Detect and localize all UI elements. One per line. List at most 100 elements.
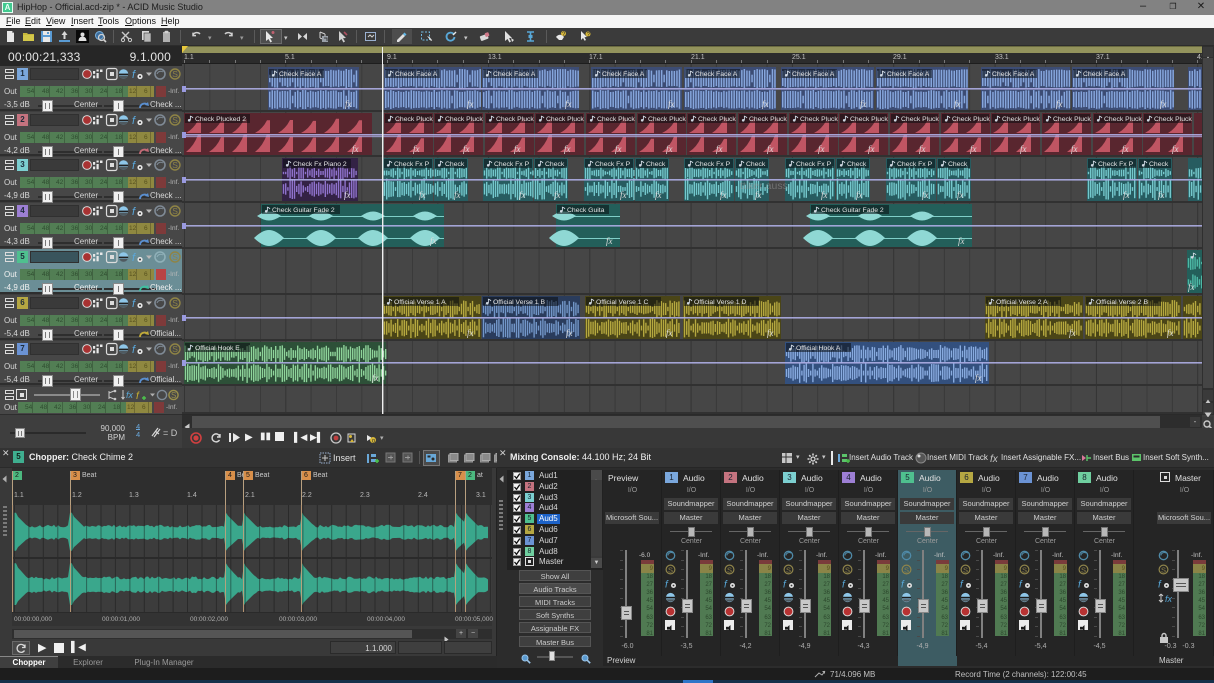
- svg-text:fx: fx: [1122, 144, 1129, 154]
- svg-text:fx: fx: [1165, 594, 1172, 604]
- svg-text:Check Pluck: Check Pluck: [952, 116, 990, 123]
- svg-text:S: S: [904, 565, 909, 574]
- svg-text:Check Fx P: Check Fx P: [897, 161, 933, 168]
- svg-text:fx: fx: [975, 373, 982, 383]
- svg-text:fx: fx: [615, 144, 622, 154]
- svg-text:fx: fx: [818, 144, 825, 154]
- svg-text:Check Face A: Check Face A: [602, 71, 645, 78]
- svg-text:Check: Check: [646, 161, 666, 168]
- svg-text:Check Pluck: Check Pluck: [749, 116, 787, 123]
- svg-text:f: f: [132, 160, 136, 172]
- svg-text:S: S: [1161, 565, 1166, 574]
- svg-text:fx: fx: [467, 328, 474, 338]
- svg-text:S: S: [172, 69, 178, 79]
- svg-text:f: f: [960, 580, 964, 590]
- svg-text:Check Face A: Check Face A: [395, 71, 438, 78]
- svg-text:f: f: [132, 298, 136, 310]
- svg-text:Check: Check: [445, 161, 465, 168]
- svg-text:fx: fx: [868, 144, 875, 154]
- svg-text:fx: fx: [1069, 328, 1076, 338]
- svg-text:Check Pluck: Check Pluck: [1104, 116, 1142, 123]
- svg-text:S: S: [1081, 565, 1086, 574]
- svg-text:f: f: [1078, 580, 1082, 590]
- svg-text:Check Fx P: Check Fx P: [394, 161, 430, 168]
- svg-text:Official Hook E: Official Hook E: [195, 345, 240, 352]
- svg-text:Check Pluck: Check Pluck: [1154, 116, 1192, 123]
- svg-text:Check Face A: Check Face A: [792, 71, 835, 78]
- svg-text:fx: fx: [666, 144, 673, 154]
- svg-text:fx: fx: [1167, 328, 1174, 338]
- svg-text:Check Pluck: Check Pluck: [648, 116, 686, 123]
- svg-text:Official Verse 1 C: Official Verse 1 C: [596, 299, 648, 306]
- svg-text:fx: fx: [720, 190, 727, 200]
- svg-text:f: f: [783, 580, 787, 590]
- svg-text:Official Verse 1 B: Official Verse 1 B: [493, 299, 545, 306]
- svg-text:Check Pluck: Check Pluck: [901, 116, 939, 123]
- svg-text:Check Face A: Check Face A: [695, 71, 738, 78]
- svg-text:S: S: [172, 298, 178, 308]
- svg-text:Check Face A: Check Face A: [992, 71, 1035, 78]
- svg-text:S: S: [172, 206, 178, 216]
- svg-text:fx: fx: [957, 190, 964, 200]
- svg-text:Check Pluck: Check Pluck: [1002, 116, 1040, 123]
- svg-text:f: f: [1158, 580, 1162, 590]
- svg-text:fx: fx: [606, 236, 613, 246]
- svg-text:fx: fx: [668, 99, 675, 109]
- svg-text:fx: fx: [554, 190, 561, 200]
- svg-text:S: S: [172, 160, 178, 170]
- svg-text:fx: fx: [954, 99, 961, 109]
- svg-text:Check Pluck: Check Pluck: [698, 116, 736, 123]
- svg-text:Official Verse 2 B: Official Verse 2 B: [1096, 299, 1148, 306]
- svg-text:fx: fx: [919, 144, 926, 154]
- svg-text:ttiker auss: ttiker auss: [740, 180, 788, 192]
- svg-text:fx: fx: [716, 144, 723, 154]
- svg-text:Check Guitar Fade 2: Check Guitar Fade 2: [821, 207, 884, 214]
- svg-text:Official Verse 1 A: Official Verse 1 A: [394, 299, 446, 306]
- svg-text:Check: Check: [1149, 161, 1169, 168]
- svg-text:fx: fx: [430, 236, 437, 246]
- svg-text:f: f: [132, 252, 136, 264]
- svg-text:fx: fx: [566, 328, 573, 338]
- svg-text:fx: fx: [856, 190, 863, 200]
- svg-text:Check Pluck: Check Pluck: [395, 116, 433, 123]
- svg-text:fx: fx: [767, 328, 774, 338]
- svg-text:S: S: [786, 565, 791, 574]
- svg-text:Check Face A: Check Face A: [493, 71, 536, 78]
- svg-text:Check Pluck: Check Pluck: [800, 116, 838, 123]
- svg-text:Check: Check: [545, 161, 565, 168]
- svg-text:S: S: [963, 565, 968, 574]
- svg-text:Check Pluck: Check Pluck: [850, 116, 888, 123]
- svg-text:fx: fx: [519, 190, 526, 200]
- svg-text:S: S: [172, 115, 178, 125]
- svg-text:fx: fx: [922, 190, 929, 200]
- svg-text:Check Face A: Check Face A: [279, 71, 322, 78]
- svg-text:f: f: [136, 391, 140, 402]
- svg-text:fx: fx: [419, 190, 426, 200]
- svg-text:fx: fx: [467, 99, 474, 109]
- svg-text:fx: fx: [1160, 99, 1167, 109]
- svg-text:fx: fx: [345, 99, 352, 109]
- svg-text:f: f: [724, 580, 728, 590]
- svg-text:f: f: [132, 344, 136, 356]
- svg-text:f: f: [132, 115, 136, 127]
- svg-text:fx: fx: [1071, 144, 1078, 154]
- svg-text:Official Verse 2 A: Official Verse 2 A: [996, 299, 1048, 306]
- svg-text:fx: fx: [990, 454, 999, 465]
- svg-text:fx: fx: [620, 190, 627, 200]
- svg-text:Check Fx P: Check Fx P: [1098, 161, 1134, 168]
- svg-text:fx: fx: [352, 144, 359, 154]
- svg-text:fx: fx: [666, 328, 673, 338]
- svg-text:Check Pluck: Check Pluck: [1053, 116, 1091, 123]
- svg-text:fx: fx: [413, 144, 420, 154]
- svg-text:fx: fx: [372, 373, 379, 383]
- svg-text:fx: fx: [1158, 190, 1165, 200]
- svg-text:Check Face A: Check Face A: [887, 71, 930, 78]
- svg-text:fx: fx: [1123, 190, 1130, 200]
- svg-text:fx: fx: [126, 390, 134, 400]
- svg-text:Check Fx P: Check Fx P: [595, 161, 631, 168]
- svg-text:fx: fx: [463, 144, 470, 154]
- svg-text:S: S: [668, 565, 673, 574]
- svg-text:Check Pluck: Check Pluck: [496, 116, 534, 123]
- svg-text:Official Verse 1 D: Official Verse 1 D: [694, 299, 746, 306]
- svg-text:S: S: [172, 344, 178, 354]
